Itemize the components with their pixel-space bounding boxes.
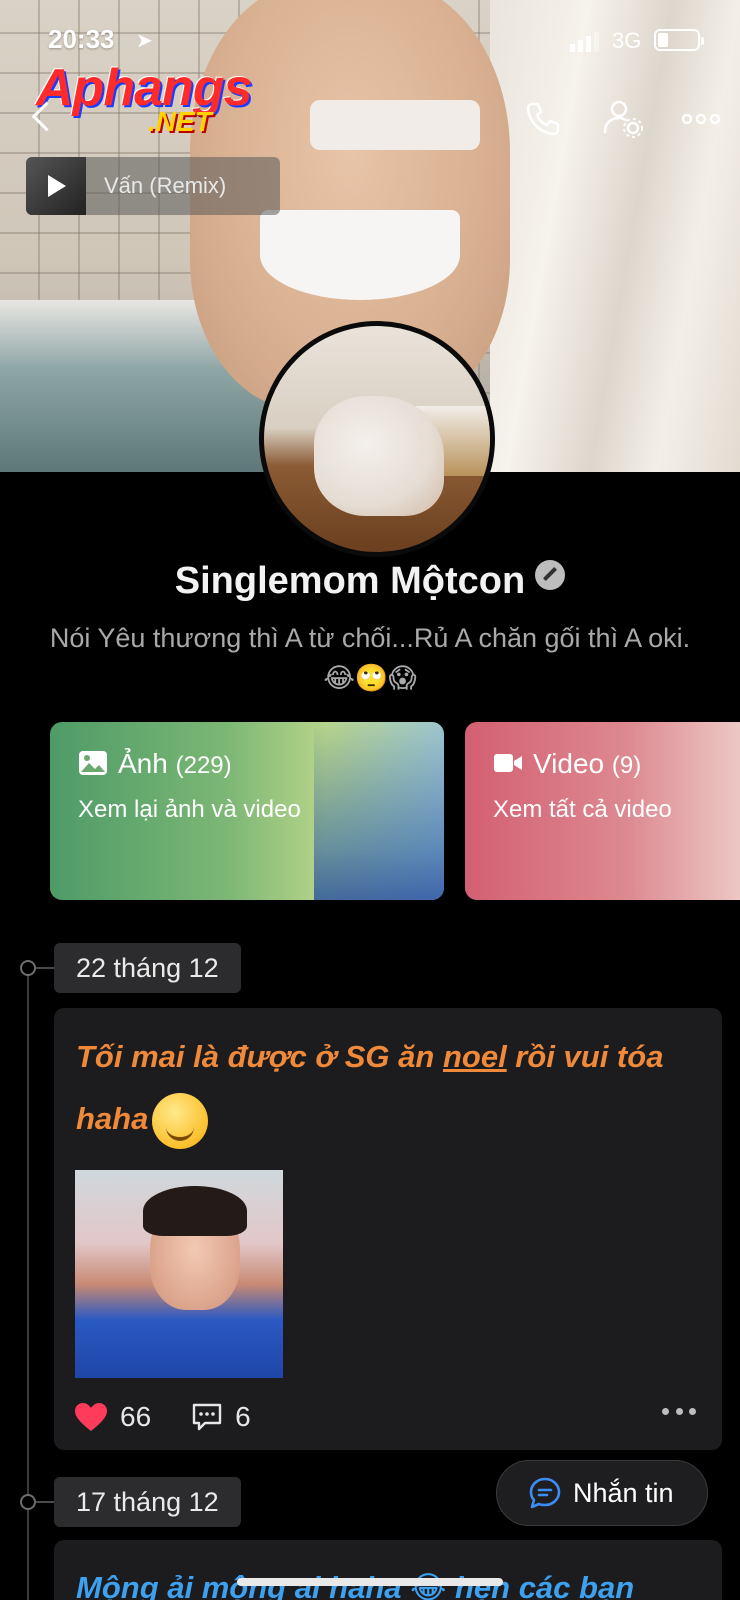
post-photo-hair bbox=[143, 1186, 247, 1236]
post-text: Tối mai là được ở SG ăn noel rồi vui tóa… bbox=[76, 1026, 696, 1150]
profile-bio: Nói Yêu thương thì A từ chối...Rủ A chăn… bbox=[49, 623, 691, 693]
timeline-connector bbox=[36, 967, 54, 969]
photos-card-title: Ảnh (229) bbox=[118, 748, 232, 779]
call-icon[interactable] bbox=[520, 96, 566, 142]
more-options-icon[interactable] bbox=[678, 96, 724, 142]
videos-count: (9) bbox=[611, 752, 642, 779]
cover-garment-bottom bbox=[260, 210, 460, 300]
message-button-label: Nhắn tin bbox=[573, 1477, 674, 1508]
photos-card-subtitle: Xem lại ảnh và video bbox=[78, 796, 301, 823]
image-icon bbox=[79, 751, 107, 775]
photos-card[interactable]: Ảnh (229) Xem lại ảnh và video bbox=[50, 722, 444, 900]
smiling-emoji-icon bbox=[152, 1092, 209, 1149]
status-bar: 20:33 ➤ 3G bbox=[0, 24, 740, 58]
videos-card-title: Video (9) bbox=[533, 748, 642, 779]
date-label: 22 tháng 12 bbox=[54, 943, 241, 993]
post-link[interactable]: noel bbox=[443, 1039, 507, 1074]
profile-name: Singlemom Mộtcon bbox=[174, 560, 526, 602]
profile-settings-icon[interactable] bbox=[600, 96, 646, 142]
play-icon[interactable] bbox=[26, 157, 86, 215]
comment-icon[interactable] bbox=[191, 1402, 223, 1432]
status-time: 20:33 bbox=[48, 24, 115, 54]
profile-name-row: Singlemom Mộtcon bbox=[0, 559, 740, 603]
signal-icon bbox=[570, 32, 600, 52]
photos-count: (229) bbox=[175, 752, 232, 779]
videos-card-subtitle: Xem tất cả video bbox=[493, 796, 672, 823]
back-button[interactable] bbox=[26, 98, 56, 138]
message-button[interactable]: Nhắn tin bbox=[496, 1460, 708, 1526]
post-more-icon[interactable] bbox=[662, 1408, 696, 1418]
reaction-bar: 66 6 bbox=[74, 1400, 251, 1434]
avatar-figure bbox=[314, 396, 444, 516]
timeline-dot bbox=[20, 1494, 36, 1510]
cover-curtain bbox=[490, 0, 740, 472]
network-type: 3G bbox=[612, 28, 642, 53]
chat-bubble-icon bbox=[529, 1477, 561, 1509]
heart-icon[interactable] bbox=[74, 1402, 108, 1432]
timeline-connector bbox=[36, 1501, 54, 1503]
photos-card-thumbnail bbox=[314, 722, 444, 900]
videos-card[interactable]: Video (9) Xem tất cả video bbox=[465, 722, 740, 900]
watermark-logo: Aphangs .NET bbox=[36, 58, 266, 138]
timeline-dot bbox=[20, 960, 36, 976]
watermark-tld: .NET bbox=[148, 106, 212, 137]
music-title: Vấn (Remix) bbox=[104, 173, 227, 198]
date-label: 17 tháng 12 bbox=[54, 1477, 241, 1527]
comment-count: 6 bbox=[235, 1401, 251, 1432]
feed-post[interactable]: Tối mai là được ở SG ăn noel rồi vui tóa… bbox=[54, 1008, 722, 1450]
like-count: 66 bbox=[120, 1401, 152, 1432]
cover-garment-top bbox=[310, 100, 480, 150]
edit-pencil-icon[interactable] bbox=[535, 559, 566, 590]
home-indicator[interactable] bbox=[237, 1578, 503, 1586]
watermark-brand: Aphangs bbox=[36, 59, 252, 117]
avatar[interactable] bbox=[259, 321, 495, 557]
location-arrow-icon: ➤ bbox=[136, 30, 153, 52]
post-photo[interactable] bbox=[75, 1170, 283, 1378]
video-camera-icon bbox=[494, 754, 522, 772]
feed-post[interactable]: Mộng ải mộng ai haha 😂 hẹn các bạn bbox=[54, 1540, 722, 1600]
battery-icon bbox=[654, 29, 704, 51]
profile-music[interactable]: Vấn (Remix) bbox=[26, 157, 280, 215]
